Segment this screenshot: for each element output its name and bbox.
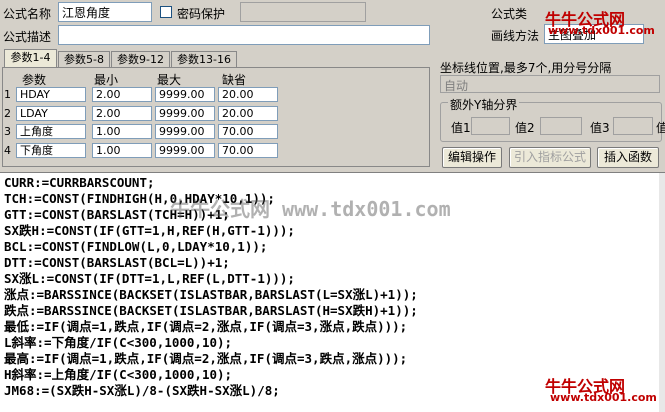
tab-params-13-16[interactable]: 参数13-16 <box>171 51 237 68</box>
param-min-input[interactable]: 2.00 <box>92 106 152 121</box>
editor-scrollbar[interactable] <box>659 173 665 412</box>
formula-name-label: 公式名称 <box>3 7 52 21</box>
password-checkbox[interactable] <box>160 6 172 18</box>
param-row-number: 4 <box>4 144 11 157</box>
code-line: L斜率:=下角度/IF(C<300,1000,10); <box>4 335 233 350</box>
code-line: BCL:=CONST(FINDLOW(L,0,LDAY*10,1)); <box>4 239 268 254</box>
param-max-input[interactable]: 9999.00 <box>155 143 215 158</box>
param-header-min: 最小 <box>94 73 119 87</box>
edit-operation-button[interactable]: 编辑操作 <box>442 147 502 168</box>
param-max-input[interactable]: 9999.00 <box>155 124 215 139</box>
formula-name-input[interactable]: 江恩角度 <box>58 2 152 22</box>
code-line: JM68:=(SX跌H-SX涨L)/8-(SX跌H-SX涨L)/8; <box>4 383 280 398</box>
code-line: 跌点:=BARSSINCE(BACKSET(ISLASTBAR,BARSLAST… <box>4 303 418 318</box>
formula-editor[interactable]: CURR:=CURRBARSCOUNT; TCH:=CONST(FINDHIGH… <box>0 172 665 412</box>
param-max-input[interactable]: 9999.00 <box>155 106 215 121</box>
tab-params-9-12[interactable]: 参数9-12 <box>111 51 170 68</box>
axis-position-input: 自动 <box>440 75 660 93</box>
code-line: 最高:=IF(调点=1,跌点,IF(调点=2,涨点,IF(调点=3,跌点,涨点)… <box>4 351 408 366</box>
site-url-top: www.tdx001.com <box>548 24 655 37</box>
draw-method-label: 画线方法 <box>491 29 540 43</box>
param-default-input[interactable]: 70.00 <box>218 143 278 158</box>
y-value-1-input <box>471 117 510 135</box>
param-name-input[interactable]: HDAY <box>16 87 86 102</box>
formula-desc-label: 公式描述 <box>3 30 52 44</box>
param-min-input[interactable]: 2.00 <box>92 87 152 102</box>
y-value-1-label: 值1 <box>451 121 471 135</box>
param-min-input[interactable]: 1.00 <box>92 143 152 158</box>
code-line: SX跌H:=CONST(IF(GTT=1,H,REF(H,GTT-1))); <box>4 223 295 238</box>
code-line: 最低:=IF(调点=1,跌点,IF(调点=2,涨点,IF(调点=3,涨点,跌点)… <box>4 319 408 334</box>
password-input <box>240 2 366 22</box>
param-header-max: 最大 <box>157 73 182 87</box>
y-value-4-label: 值 <box>656 121 665 135</box>
tab-params-1-4[interactable]: 参数1-4 <box>4 49 57 68</box>
watermark-middle: 牛牛公式网 www.tdx001.com <box>170 197 451 221</box>
param-header-name: 参数 <box>22 73 47 87</box>
code-line: SX涨L:=CONST(IF(DTT=1,L,REF(L,DTT-1))); <box>4 271 295 286</box>
param-name-input[interactable]: 下角度 <box>16 143 86 158</box>
param-min-input[interactable]: 1.00 <box>92 124 152 139</box>
param-header-default: 缺省 <box>222 73 247 87</box>
axis-position-label: 坐标线位置,最多7个,用分号分隔 <box>440 61 612 75</box>
code-line: DTT:=CONST(BARSLAST(BCL=L))+1; <box>4 255 230 270</box>
param-row-number: 3 <box>4 125 11 138</box>
code-line: 涨点:=BARSSINCE(BACKSET(ISLASTBAR,BARSLAST… <box>4 287 418 302</box>
y-value-2-label: 值2 <box>515 121 535 135</box>
tab-params-5-8[interactable]: 参数5-8 <box>58 51 110 68</box>
y-value-3-label: 值3 <box>590 121 610 135</box>
y-value-2-input <box>540 117 582 135</box>
code-line: CURR:=CURRBARSCOUNT; <box>4 175 155 190</box>
site-url-bottom: www.tdx001.com <box>550 391 657 404</box>
formula-desc-input[interactable] <box>58 25 430 45</box>
import-indicator-button: 引入指标公式 <box>509 147 591 168</box>
param-max-input[interactable]: 9999.00 <box>155 87 215 102</box>
insert-function-button[interactable]: 插入函数 <box>597 147 659 168</box>
param-row-number: 1 <box>4 88 11 101</box>
param-row-number: 2 <box>4 107 11 120</box>
password-label: 密码保护 <box>177 7 226 21</box>
param-default-input[interactable]: 20.00 <box>218 106 278 121</box>
param-name-input[interactable]: LDAY <box>16 106 86 121</box>
code-line: H斜率:=上角度/IF(C<300,1000,10); <box>4 367 233 382</box>
y-value-3-input <box>613 117 653 135</box>
param-default-input[interactable]: 20.00 <box>218 87 278 102</box>
formula-type-label: 公式类 <box>491 7 528 21</box>
param-default-input[interactable]: 70.00 <box>218 124 278 139</box>
extra-y-axis-title: 额外Y轴分界 <box>448 96 520 113</box>
param-name-input[interactable]: 上角度 <box>16 124 86 139</box>
